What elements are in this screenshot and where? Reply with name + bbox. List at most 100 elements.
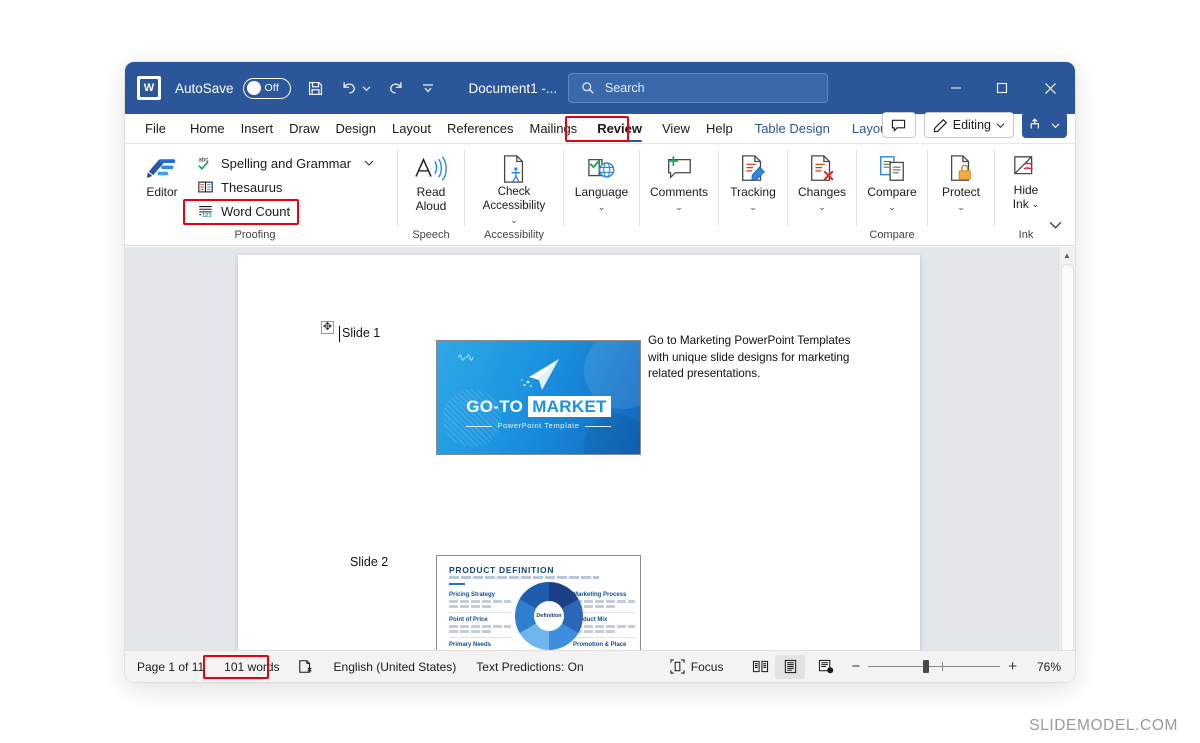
chevron-down-icon (1051, 122, 1060, 128)
tab-insert[interactable]: Insert (233, 114, 282, 144)
tab-references[interactable]: References (439, 114, 521, 144)
share-button[interactable] (1022, 112, 1067, 138)
scrollbar-thumb[interactable] (1060, 264, 1074, 650)
collapse-ribbon-icon[interactable] (1048, 217, 1063, 235)
minimize-icon[interactable] (933, 62, 979, 114)
comments-button[interactable]: Comments ⌄ (641, 150, 717, 212)
zoom-controls[interactable]: − + (851, 659, 1017, 674)
maximize-icon[interactable] (979, 62, 1025, 114)
changes-button[interactable]: Changes ⌄ (789, 150, 855, 212)
text-predictions-indicator[interactable]: Text Predictions: On (476, 660, 583, 674)
scrollbar-track[interactable] (1059, 264, 1076, 650)
focus-button[interactable]: Focus (670, 659, 723, 674)
zoom-slider[interactable] (868, 660, 1001, 673)
object-anchor-handle[interactable]: ✥ (321, 321, 334, 334)
document-canvas[interactable]: ✥ Slide 1 ∿∿ GO-TO MARKET PowerPoint Tem… (125, 247, 1075, 650)
word-count-icon: 123 (199, 206, 212, 219)
word-count-indicator[interactable]: 101 words (224, 660, 279, 674)
save-icon[interactable] (307, 80, 324, 97)
customize-quick-access-icon[interactable] (421, 81, 435, 95)
chevron-down-icon[interactable]: ⌄ (1032, 198, 1040, 212)
spelling-and-grammar-label: Spelling and Grammar (221, 155, 352, 171)
thesaurus-button[interactable]: Thesaurus (193, 175, 378, 199)
pencil-icon (933, 118, 947, 132)
ribbon-group-language: Language ⌄ (564, 144, 639, 246)
zoom-out-icon[interactable]: − (851, 659, 860, 674)
chevron-down-icon[interactable]: ⌄ (598, 202, 606, 212)
tab-help[interactable]: Help (698, 114, 741, 144)
chevron-down-icon[interactable]: ⌄ (818, 202, 826, 212)
document-page[interactable]: ✥ Slide 1 ∿∿ GO-TO MARKET PowerPoint Tem… (238, 255, 920, 650)
slide-1-label: Slide 1 (342, 326, 381, 340)
undo-chevron-down-icon[interactable] (362, 84, 371, 93)
slide-2-image[interactable]: PRODUCT DEFINITION Pricing Strategy Poin… (436, 555, 641, 650)
tab-layout[interactable]: Layout (384, 114, 439, 144)
search-input[interactable]: Search (568, 73, 828, 103)
tab-table-design[interactable]: Table Design (747, 114, 838, 144)
chevron-down-icon[interactable]: ⌄ (888, 202, 896, 212)
title-bar: W AutoSave Off Document1 -... Search (125, 62, 1075, 114)
redo-icon[interactable] (387, 79, 405, 97)
read-mode-icon[interactable] (745, 655, 775, 679)
zoom-in-icon[interactable]: + (1008, 659, 1017, 674)
protect-label: Protect (941, 185, 980, 199)
chevron-down-icon (364, 160, 374, 166)
chevron-down-icon[interactable]: ⌄ (957, 202, 965, 212)
tab-review[interactable]: Review (589, 114, 650, 144)
slide-1-title: GO-TO MARKET (437, 396, 640, 417)
tab-file[interactable]: File (137, 114, 174, 144)
read-aloud-button[interactable]: Read Aloud (398, 150, 464, 213)
slide-1-title-part-b: MARKET (528, 396, 611, 417)
search-placeholder-text: Search (605, 81, 645, 95)
zoom-level-label[interactable]: 76% (1027, 660, 1061, 674)
language-indicator[interactable]: English (United States) (334, 660, 457, 674)
close-icon[interactable] (1025, 62, 1075, 114)
language-button[interactable]: Language ⌄ (566, 150, 638, 212)
slide-1-image[interactable]: ∿∿ GO-TO MARKET PowerPoint Template (436, 340, 641, 455)
editing-mode-button[interactable]: Editing (923, 112, 1014, 138)
ribbon-group-changes: Changes ⌄ (788, 144, 856, 246)
svg-text:123: 123 (202, 213, 212, 219)
ribbon-group-tracking: Tracking ⌄ (719, 144, 787, 246)
tab-mailings[interactable]: Mailings (522, 114, 586, 144)
tracking-label: Tracking (730, 185, 776, 199)
check-accessibility-label-line2: Accessibility (482, 199, 546, 212)
status-bar-right: Focus − + 76% (670, 651, 1075, 683)
web-layout-icon[interactable] (811, 655, 841, 679)
tab-design[interactable]: Design (328, 114, 384, 144)
share-icon (1030, 118, 1039, 129)
tracking-button[interactable]: Tracking ⌄ (720, 150, 786, 212)
check-accessibility-button[interactable]: Check Accessibility ⌄ (467, 150, 561, 225)
tab-home[interactable]: Home (182, 114, 233, 144)
tab-view[interactable]: View (654, 114, 698, 144)
autosave-label: AutoSave (175, 80, 234, 96)
word-count-button[interactable]: 123 Word Count (193, 199, 378, 223)
hide-ink-button[interactable]: Hide Ink ⌄ (998, 150, 1054, 211)
print-layout-icon[interactable] (775, 654, 806, 679)
group-label-tracking (719, 228, 787, 246)
page-indicator[interactable]: Page 1 of 11 (137, 660, 204, 674)
document-title: Document1 -... (468, 80, 558, 96)
chevron-down-icon (996, 122, 1005, 128)
slide-2-subtitle-placeholder (449, 576, 599, 579)
slide-2-accent-bar (449, 583, 465, 585)
comments-icon (668, 155, 691, 180)
protect-button[interactable]: Protect ⌄ (928, 150, 994, 212)
autosave-toggle[interactable]: Off (242, 77, 291, 99)
document-paragraph[interactable]: Go to Marketing PowerPoint Templates wit… (648, 333, 854, 383)
chevron-down-icon[interactable]: ⌄ (749, 202, 757, 212)
comment-button[interactable] (881, 112, 916, 138)
compare-button[interactable]: Compare ⌄ (859, 150, 925, 212)
undo-icon[interactable] (340, 79, 358, 97)
spelling-and-grammar-button[interactable]: abc Spelling and Grammar (193, 151, 378, 175)
ribbon-tab-strip: File Home Insert Draw Design Layout Refe… (125, 112, 1075, 144)
group-label-accessibility: Accessibility (484, 229, 544, 241)
chevron-down-icon[interactable]: ⌄ (675, 202, 683, 212)
editor-button[interactable]: Editor (135, 150, 189, 200)
vertical-scrollbar[interactable]: ▲ ▼ (1058, 247, 1075, 650)
tab-draw[interactable]: Draw (281, 114, 327, 144)
zoom-slider-thumb[interactable] (923, 660, 930, 673)
chevron-down-icon[interactable]: ⌄ (510, 216, 518, 225)
proofing-errors-icon[interactable] (298, 659, 314, 674)
scroll-up-icon[interactable]: ▲ (1059, 247, 1076, 264)
